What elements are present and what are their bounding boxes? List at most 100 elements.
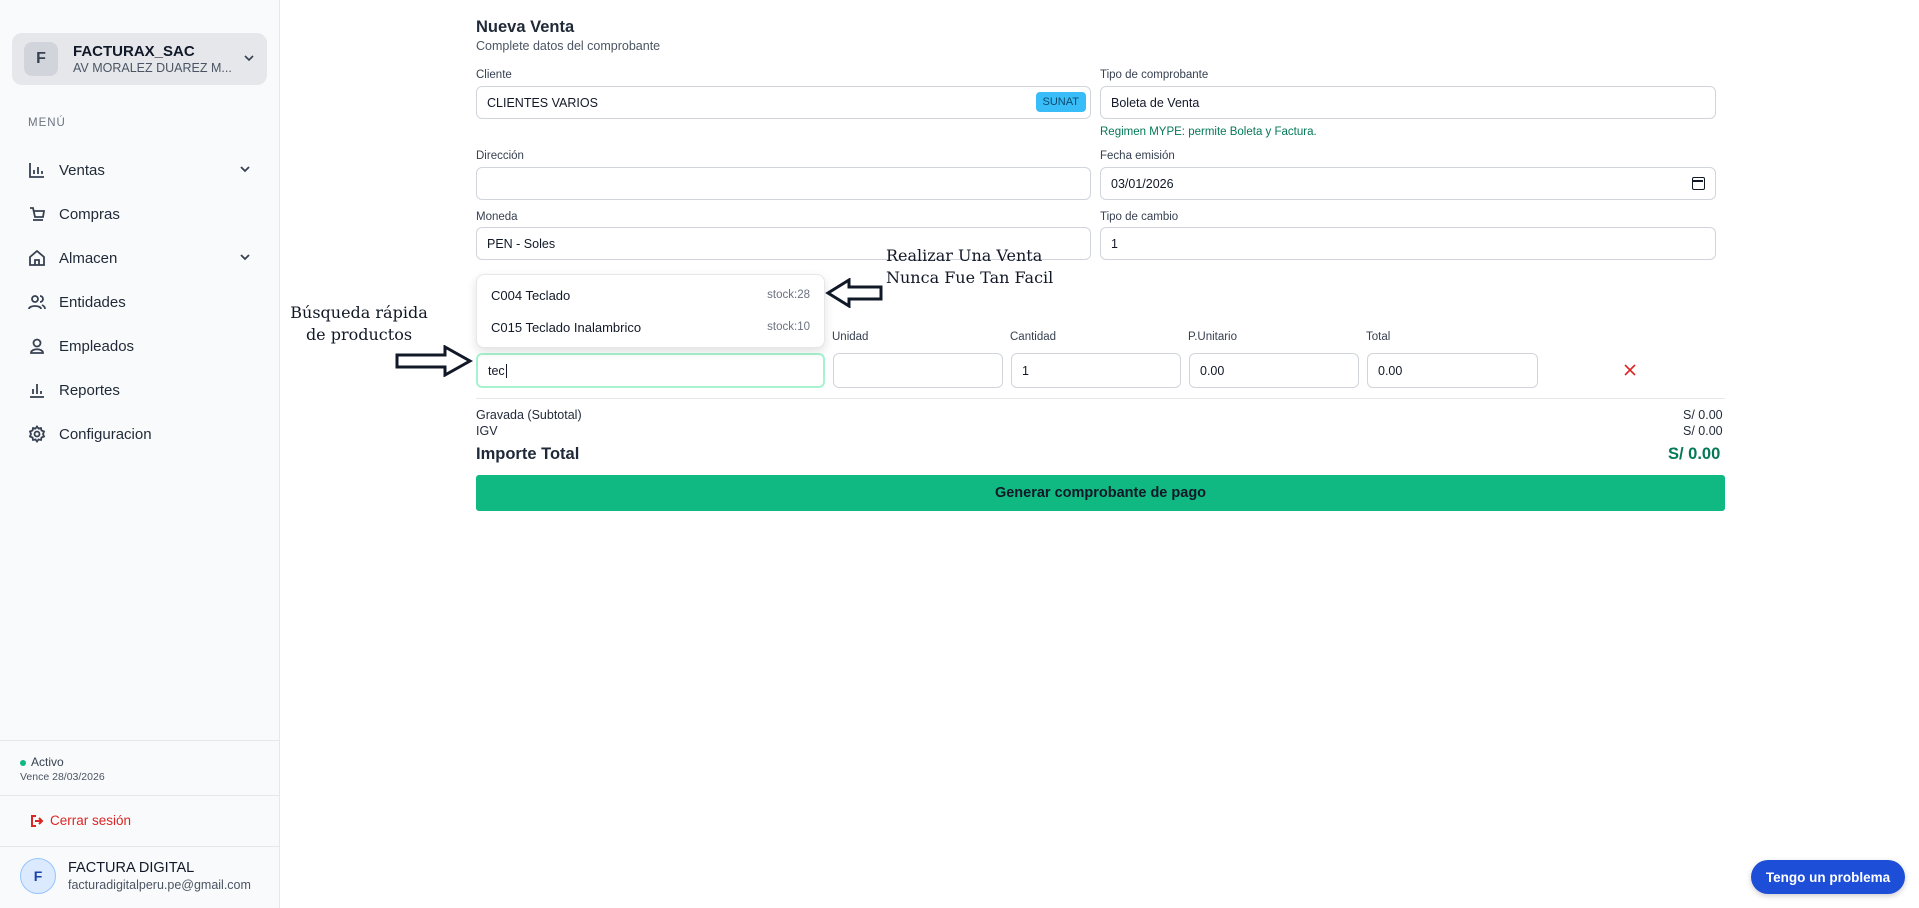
tipo-comprobante-select[interactable]: Boleta de Venta [1100,86,1716,119]
sidebar-item-almacen[interactable]: Almacen [28,236,252,280]
product-search-value: tec [488,363,505,378]
annotation-search: Búsqueda rápida de productos [290,302,428,346]
user-email: facturadigitalperu.pe@gmail.com [68,877,251,892]
fecha-label: Fecha emisión [1100,150,1175,162]
punitario-label: P.Unitario [1188,331,1238,343]
cart-icon [30,207,46,221]
sidebar-item-label: Almacen [59,249,118,267]
tipo-comprobante-value: Boleta de Venta [1111,95,1200,110]
moneda-value: PEN - Soles [487,236,556,251]
sidebar-item-label: Configuracion [59,425,152,443]
product-suggestions-dropdown: C004 Teclado stock:28 C015 Teclado Inala… [476,274,825,348]
subscription-status: Activo Vence 28/03/2026 [20,755,105,783]
gravada-value: S/ 0.00 [1683,408,1723,422]
igv-label: IGV [476,424,498,438]
annotation-line: de productos [305,325,413,344]
user-icon [30,338,44,354]
list-item[interactable]: C015 Teclado Inalambrico stock:10 [477,311,824,343]
sidebar-item-ventas[interactable]: Ventas [28,148,252,192]
product-name: C015 Teclado Inalambrico [491,319,642,335]
expiry-date: Vence 28/03/2026 [20,771,105,783]
product-stock: stock:28 [767,289,810,301]
arrow-left-icon [825,278,883,308]
sidebar-item-label: Compras [59,205,120,223]
sidebar-item-label: Entidades [59,293,126,311]
chart-bar-icon [29,163,44,178]
tipo-cambio-value: 1 [1111,236,1118,251]
help-button[interactable]: Tengo un problema [1751,860,1905,894]
cantidad-value: 1 [1022,363,1029,378]
tipo-cambio-input[interactable]: 1 [1100,227,1716,260]
company-address: AV MORALEZ DUAREZ M... [73,60,232,75]
gear-icon [28,425,46,443]
cliente-input[interactable]: CLIENTES VARIOS SUNAT [476,86,1091,119]
sidebar-nav: Ventas Compras Almacen Entidades Emplead… [28,148,252,456]
calendar-icon[interactable] [1692,177,1705,190]
generate-voucher-button[interactable]: Generar comprobante de pago [476,475,1725,511]
product-search-input[interactable]: tec [476,353,825,388]
sidebar-item-label: Ventas [59,161,105,179]
annotation-sale: Realizar Una Venta Nunca Fue Tan Facil [886,245,1053,289]
home-icon [29,249,45,266]
annotation-line: Realizar Una Venta [886,246,1043,265]
sidebar-item-compras[interactable]: Compras [28,192,252,236]
punitario-value: 0.00 [1200,363,1225,378]
users-icon [28,295,46,310]
delete-row-icon[interactable] [1622,362,1638,378]
importe-total-value: S/ 0.00 [1668,445,1721,463]
cliente-label: Cliente [476,69,512,81]
annotation-line: Búsqueda rápida [290,303,428,322]
logout-button[interactable]: Cerrar sesión [30,813,131,828]
cliente-value: CLIENTES VARIOS [487,95,598,110]
fecha-value: 03/01/2026 [1111,176,1174,191]
igv-value: S/ 0.00 [1683,424,1723,438]
sidebar-item-reportes[interactable]: Reportes [28,368,252,412]
total-input[interactable]: 0.00 [1367,353,1538,388]
divider [0,846,280,847]
sidebar-item-label: Empleados [59,337,135,355]
regimen-hint: Regimen MYPE: permite Boleta y Factura. [1100,126,1317,138]
fecha-input[interactable]: 03/01/2026 [1100,167,1716,200]
punitario-input[interactable]: 0.00 [1189,353,1359,388]
tipo-cambio-label: Tipo de cambio [1100,211,1179,223]
company-selector[interactable]: F FACTURAX_SAC AV MORALEZ DUAREZ M... [12,33,267,85]
sidebar: F FACTURAX_SAC AV MORALEZ DUAREZ M... ME… [0,0,280,908]
divider [0,740,280,741]
total-value: 0.00 [1378,363,1403,378]
tipo-comprobante-label: Tipo de comprobante [1100,69,1209,81]
sidebar-item-entidades[interactable]: Entidades [28,280,252,324]
gravada-label: Gravada (Subtotal) [476,408,582,422]
chevron-down-icon [238,250,252,268]
sidebar-item-label: Reportes [59,381,120,399]
status-label: Activo [31,755,64,769]
logout-label: Cerrar sesión [50,813,132,828]
chevron-down-icon [238,162,252,180]
arrow-right-icon [395,345,473,377]
user-profile[interactable]: F FACTURA DIGITAL facturadigitalperu.pe@… [20,858,251,894]
annotation-line: Nunca Fue Tan Facil [886,268,1054,287]
total-label: Total [1366,331,1391,343]
divider [0,795,280,796]
logout-icon [31,814,44,827]
sunat-button[interactable]: SUNAT [1035,92,1086,112]
unidad-label: Unidad [832,331,869,343]
moneda-label: Moneda [476,211,518,223]
list-item[interactable]: C004 Teclado stock:28 [477,279,824,311]
sidebar-item-configuracion[interactable]: Configuracion [28,412,252,456]
page-title: Nueva Venta [476,18,575,36]
avatar: F [20,858,56,894]
product-stock: stock:10 [767,321,810,333]
unidad-input[interactable] [833,353,1003,388]
chevron-down-icon [243,52,255,67]
sidebar-item-empleados[interactable]: Empleados [28,324,252,368]
page-subtitle: Complete datos del comprobante [476,39,661,53]
company-avatar: F [24,42,58,76]
user-name: FACTURA DIGITAL [68,859,195,876]
product-name: C004 Teclado [491,287,571,303]
direccion-label: Dirección [476,150,524,162]
cantidad-label: Cantidad [1010,331,1057,343]
cantidad-input[interactable]: 1 [1011,353,1181,388]
company-name: FACTURAX_SAC [73,42,195,60]
menu-title: MENÚ [28,117,66,129]
direccion-input[interactable] [476,167,1091,200]
